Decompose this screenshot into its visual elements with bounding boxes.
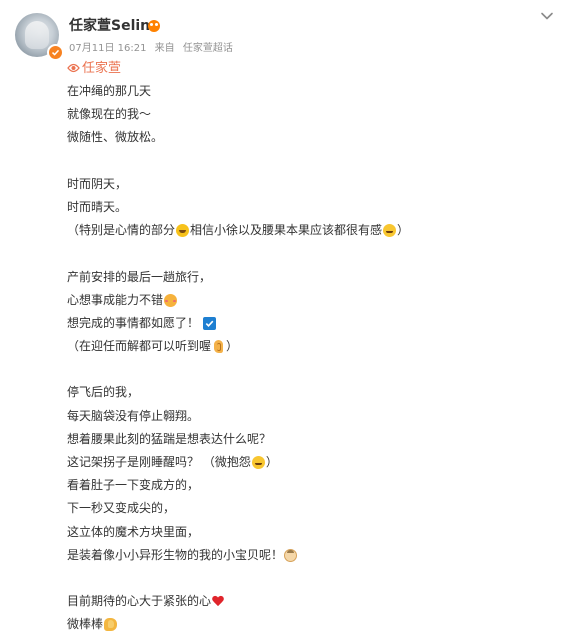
post-line-text: 就像现在的我～ <box>67 107 152 122</box>
post-line-text: 在冲绳的那几天 <box>67 84 152 98</box>
post-line: 是装着像小小异形生物的我的小宝贝呢！ <box>67 544 567 567</box>
post-line <box>67 150 567 173</box>
post-line: 每天脑袋没有停止翱翔。 <box>67 405 567 428</box>
post-line-text: 微随性、微放松。 <box>67 130 164 145</box>
post-line-text: 是装着像小小异形生物的我的小宝贝呢！ <box>67 547 284 562</box>
post-line-text: 产前安排的最后一趟旅行， <box>67 269 212 284</box>
chevron-down-icon[interactable] <box>540 9 554 23</box>
topic-label: 任家萱 <box>82 61 122 76</box>
heart-emoji <box>212 596 224 607</box>
verified-badge-icon <box>47 44 64 61</box>
post-line: 这记架拐子是刚睡醒吗？ （微抱怨 ） <box>67 451 567 474</box>
blush-emoji <box>164 293 178 307</box>
post-body: 在冲绳的那几天 就像现在的我～ 微随性、微放松。 时而阴天， 时而晴天。 （特别是心情的部… <box>67 80 567 637</box>
post-line: 微棒棒 <box>67 613 567 636</box>
post-line-text: ） <box>226 339 239 354</box>
post-line-text: 心想事成能力不错 <box>67 292 164 307</box>
member-icon <box>148 20 160 32</box>
baby-emoji <box>284 548 298 562</box>
post-line-text: 想着腰果此刻的猛踹是想表达什么呢？ <box>67 431 272 446</box>
post-line <box>67 242 567 265</box>
post-line-text: 看着肚子一下变成方的， <box>67 478 200 493</box>
post-line: 这立体的魔术方块里面， <box>67 521 567 544</box>
post-source[interactable]: 任家萱超话 <box>183 43 233 54</box>
laugh-emoji <box>176 224 190 238</box>
post-source-prefix: 来自 <box>154 43 175 54</box>
post-line: （在迎任而解都可以听到喔 ） <box>67 335 567 358</box>
post-line-text: （在迎任而解都可以听到喔 <box>67 339 212 354</box>
post-line: 停飞后的我， <box>67 381 567 404</box>
post-line-text: 微棒棒 <box>67 617 104 632</box>
post-line: 时而阴天， <box>67 173 567 196</box>
post-line: 时而晴天。 <box>67 196 567 219</box>
ear-emoji <box>212 340 225 354</box>
grin-emoji <box>383 224 397 238</box>
post-line: 想着腰果此刻的猛踹是想表达什么呢？ <box>67 428 567 451</box>
supertopic-icon <box>67 63 80 73</box>
weibo-post-card: 任家萱Selina 07月11日 16:21 来自 任家萱超话 任家萱 在冲绳的… <box>0 0 575 632</box>
post-line <box>67 567 567 590</box>
check-emoji <box>203 316 217 330</box>
grin-emoji <box>251 456 265 470</box>
post-line: 心想事成能力不错 <box>67 289 567 312</box>
avatar-photo <box>25 21 49 49</box>
author-name[interactable]: 任家萱Selina <box>69 17 160 35</box>
post-line-text: 想完成的事情都如愿了！ <box>67 315 200 330</box>
post-line: 在冲绳的那几天 <box>67 80 567 103</box>
post-line-text: 下一秒又变成尖的， <box>67 501 176 516</box>
post-line <box>67 358 567 381</box>
post-line: 目前期待的心大于紧张的心 <box>67 590 567 613</box>
post-meta: 07月11日 16:21 来自 任家萱超话 <box>69 42 238 56</box>
post-line: 产前安排的最后一趟旅行， <box>67 266 567 289</box>
post-line-text: （特别是心情的部分 <box>67 223 176 238</box>
post-line-text: 每天脑袋没有停止翱翔。 <box>67 408 200 423</box>
post-line-text: 目前期待的心大于紧张的心 <box>67 594 212 609</box>
clap-emoji <box>104 618 118 632</box>
post-line: （特别是心情的部分 相信小徐以及腰果本果应该都很有感 ） <box>67 219 567 242</box>
post-date[interactable]: 07月11日 16:21 <box>69 43 146 54</box>
post-line-text: ） <box>397 223 410 238</box>
post-line: 下一秒又变成尖的， <box>67 497 567 520</box>
post-line-text: 这立体的魔术方块里面， <box>67 524 200 539</box>
post-line: 就像现在的我～ <box>67 103 567 126</box>
post-line-text: ） <box>265 455 278 469</box>
topic-link[interactable]: 任家萱 <box>67 60 121 78</box>
post-line: 微随性、微放松。 <box>67 126 567 149</box>
post-line-text: 这记架拐子是刚睡醒吗？ （微抱怨 <box>67 455 251 469</box>
post-line: 想完成的事情都如愿了！ <box>67 312 567 335</box>
post-line-text: 时而晴天。 <box>67 199 128 214</box>
post-line-text: 时而阴天， <box>67 176 128 191</box>
post-line-text: 停飞后的我， <box>67 385 140 400</box>
post-line-text: 相信小徐以及腰果本果应该都很有感 <box>190 223 383 238</box>
post-line: 看着肚子一下变成方的， <box>67 474 567 497</box>
